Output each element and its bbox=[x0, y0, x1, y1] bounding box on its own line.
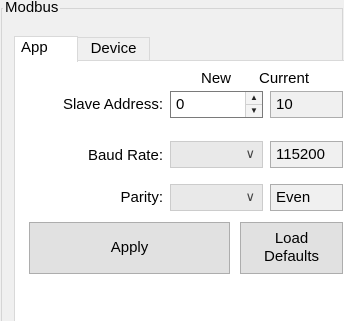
parity-current-field: Even bbox=[270, 184, 343, 211]
baud-rate-current-value: 115200 bbox=[276, 146, 325, 163]
parity-current-value: Even bbox=[276, 189, 311, 206]
slave-address-spinbox[interactable]: 0 ▲ ▼ bbox=[170, 91, 263, 118]
spin-down-button[interactable]: ▼ bbox=[246, 104, 262, 117]
load-defaults-label-line2: Defaults bbox=[263, 248, 320, 265]
baud-rate-dropdown[interactable]: ∨ bbox=[170, 141, 263, 168]
spin-up-button[interactable]: ▲ bbox=[246, 92, 262, 104]
slave-address-current-field: 10 bbox=[270, 91, 343, 118]
column-header-current: Current bbox=[259, 70, 310, 87]
apply-button-label: Apply bbox=[110, 239, 149, 256]
slave-address-current-value: 10 bbox=[276, 96, 293, 113]
spin-buttons: ▲ ▼ bbox=[245, 92, 262, 117]
parity-dropdown[interactable]: ∨ bbox=[170, 184, 263, 211]
load-defaults-label-line1: Load bbox=[274, 230, 309, 247]
chevron-up-icon: ▲ bbox=[250, 93, 258, 102]
baud-rate-label: Baud Rate: bbox=[87, 147, 163, 164]
column-header-new: New bbox=[201, 70, 232, 87]
load-defaults-button[interactable]: Load Defaults bbox=[240, 222, 343, 274]
parity-label: Parity: bbox=[120, 189, 163, 206]
tab-page-content: New Current Slave Address: 0 ▲ ▼ 10 Baud… bbox=[0, 0, 344, 321]
chevron-down-icon: ∨ bbox=[245, 189, 255, 204]
modbus-panel: Modbus App Device New Current Slave Addr… bbox=[0, 0, 344, 321]
slave-address-new-value: 0 bbox=[176, 96, 185, 113]
chevron-down-icon: ∨ bbox=[245, 146, 255, 161]
chevron-down-icon: ▼ bbox=[250, 106, 258, 115]
slave-address-label: Slave Address: bbox=[62, 96, 163, 113]
baud-rate-current-field: 115200 bbox=[270, 141, 343, 168]
apply-button[interactable]: Apply bbox=[29, 222, 230, 274]
